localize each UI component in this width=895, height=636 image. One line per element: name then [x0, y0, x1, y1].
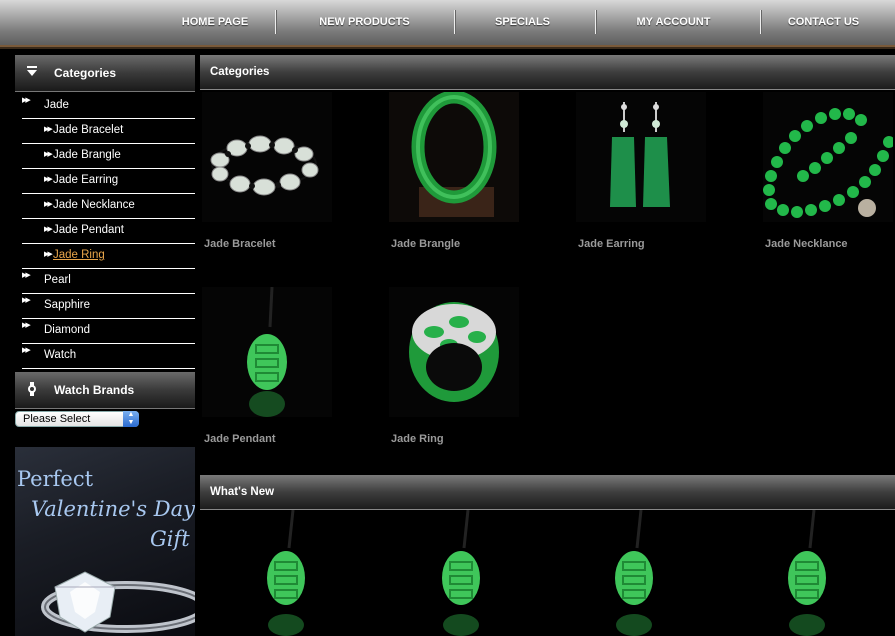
top-divider	[0, 47, 895, 49]
sidebar-categories-title: Categories	[54, 66, 117, 80]
nav-separator	[454, 10, 456, 34]
watch-icon	[28, 382, 36, 396]
double-chevron-icon: ▶▶	[44, 226, 53, 233]
double-chevron-icon: ▶▶	[22, 297, 31, 304]
diamond-ring-image	[41, 571, 195, 633]
whats-new-title: What's New	[210, 486, 275, 498]
nav-separator	[275, 10, 277, 34]
category-pearl[interactable]: ▶▶ Pearl	[22, 269, 195, 294]
new-product-pendant-image[interactable]	[430, 510, 490, 636]
jade-earring-image	[576, 92, 706, 222]
sidebar-categories-header: Categories	[15, 55, 195, 92]
product-name[interactable]: Jade Earring	[578, 238, 645, 250]
product-card[interactable]: Jade Bracelet	[202, 92, 382, 252]
jade-bracelet-image	[202, 92, 332, 222]
category-list: ▶▶ Jade ▶▶ Jade Bracelet ▶▶ Jade Brangle ▶▶…	[22, 94, 195, 369]
product-card[interactable]: Jade Earring	[576, 92, 756, 252]
nav-new-products[interactable]: NEW PRODUCTS	[307, 0, 422, 45]
product-card[interactable]: Jade Brangle	[389, 92, 569, 252]
product-card[interactable]: Jade Necklance	[763, 92, 895, 252]
product-card[interactable]: Jade Ring	[389, 287, 569, 447]
double-chevron-icon: ▶▶	[22, 272, 31, 279]
category-jade-pendant[interactable]: ▶▶ Jade Pendant	[22, 219, 195, 244]
nav-specials[interactable]: SPECIALS	[485, 0, 560, 45]
double-chevron-icon: ▶▶	[22, 347, 31, 354]
nav-contact-us[interactable]: CONTACT US	[780, 0, 867, 45]
double-chevron-icon: ▶▶	[44, 251, 53, 258]
category-jade-brangle[interactable]: ▶▶ Jade Brangle	[22, 144, 195, 169]
double-chevron-icon: ▶▶	[44, 126, 53, 133]
triangle-down-icon	[27, 66, 37, 76]
new-product-pendant-image[interactable]	[603, 510, 663, 636]
sidebar-watch-brands-title: Watch Brands	[54, 383, 135, 397]
nav-separator	[595, 10, 597, 34]
new-product-pendant-image[interactable]	[255, 510, 315, 636]
double-chevron-icon: ▶▶	[22, 97, 31, 104]
category-jade[interactable]: ▶▶ Jade	[22, 94, 195, 119]
nav-home-page[interactable]: HOME PAGE	[170, 0, 260, 45]
jade-necklace-image	[763, 92, 893, 222]
category-diamond[interactable]: ▶▶ Diamond	[22, 319, 195, 344]
sidebar-watch-brands-header: Watch Brands	[15, 372, 195, 409]
new-product-pendant-image[interactable]	[776, 510, 836, 636]
category-watch[interactable]: ▶▶ Watch	[22, 344, 195, 369]
nav-separator	[760, 10, 762, 34]
product-name[interactable]: Jade Necklance	[765, 238, 848, 250]
category-jade-earring[interactable]: ▶▶ Jade Earring	[22, 169, 195, 194]
promo-line-1: Perfect	[17, 467, 94, 491]
category-jade-ring[interactable]: ▶▶ Jade Ring	[22, 244, 195, 269]
whats-new-header: What's New	[200, 475, 895, 510]
category-jade-bracelet[interactable]: ▶▶ Jade Bracelet	[22, 119, 195, 144]
product-name[interactable]: Jade Pendant	[204, 433, 276, 445]
select-arrows-icon: ▲ ▼	[123, 411, 139, 427]
watch-brand-select[interactable]: Please Select ▲ ▼	[15, 411, 139, 427]
main-categories-title: Categories	[210, 66, 270, 78]
main-categories-header: Categories	[200, 55, 895, 90]
jade-bangle-image	[389, 92, 519, 222]
category-sapphire[interactable]: ▶▶ Sapphire	[22, 294, 195, 319]
valentines-promo-banner[interactable]: Perfect Valentine's Day Gift	[15, 447, 195, 636]
double-chevron-icon: ▶▶	[44, 201, 53, 208]
top-navigation-bar: HOME PAGE NEW PRODUCTS SPECIALS MY ACCOU…	[0, 0, 895, 47]
double-chevron-icon: ▶▶	[44, 151, 53, 158]
category-jade-necklance[interactable]: ▶▶ Jade Necklance	[22, 194, 195, 219]
promo-line-2: Valentine's Day	[31, 497, 195, 521]
jade-pendant-image	[202, 287, 332, 417]
watch-brand-select-value: Please Select	[23, 413, 91, 425]
product-name[interactable]: Jade Bracelet	[204, 238, 276, 250]
product-card[interactable]: Jade Pendant	[202, 287, 382, 447]
product-name[interactable]: Jade Ring	[391, 433, 444, 445]
nav-my-account[interactable]: MY ACCOUNT	[625, 0, 722, 45]
jade-ring-image	[389, 287, 519, 417]
double-chevron-icon: ▶▶	[22, 322, 31, 329]
product-name[interactable]: Jade Brangle	[391, 238, 460, 250]
double-chevron-icon: ▶▶	[44, 176, 53, 183]
